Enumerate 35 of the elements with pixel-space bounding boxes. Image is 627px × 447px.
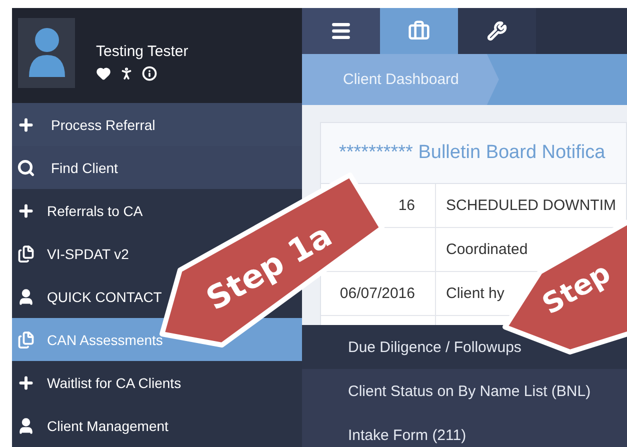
sidebar-item[interactable]: Process Referral (12, 103, 302, 146)
submenu-item[interactable]: Intake Form (211) (302, 413, 627, 447)
plus-icon (17, 116, 35, 134)
plus-icon (17, 374, 35, 392)
person-icon (26, 27, 66, 79)
nav-tab[interactable] (302, 8, 380, 54)
sidebar-item[interactable]: VI-SPDAT v2 (12, 232, 135, 276)
sidebar-item[interactable]: Client Management (12, 404, 174, 447)
user-icon (17, 416, 35, 435)
plus-icon (17, 202, 35, 220)
callout-label: Step (536, 256, 616, 321)
user-icon (17, 288, 35, 306)
nav-tab[interactable] (458, 8, 536, 54)
sidebar-item[interactable]: Referrals to CA (12, 189, 149, 232)
person-icon[interactable] (119, 66, 134, 81)
sidebar-item[interactable]: Waitlist for CA Clients (12, 361, 188, 404)
submenu-item[interactable]: Client Status on By Name List (BNL) (302, 369, 627, 413)
date-text: 06/07/2016 (340, 285, 415, 302)
user-name: Testing Tester (96, 43, 188, 60)
document-icon (17, 244, 35, 263)
search-icon (17, 158, 35, 177)
callout-label: Step 1a (200, 216, 338, 318)
sidebar-item[interactable]: Find Client (12, 146, 302, 190)
sidebar-item[interactable]: QUICK CONTACT (12, 275, 168, 318)
date-text: 16 (398, 197, 415, 214)
bulletin-text: SCHEDULED DOWNTIM (446, 197, 616, 214)
bulletin-text: Client hy (446, 285, 504, 302)
panel-title: ********** Bulletin Board Notifica (321, 123, 626, 184)
heart-icon[interactable] (96, 66, 111, 81)
document-icon (17, 330, 35, 349)
bulletin-text: Coordinated (446, 241, 528, 258)
menu-icon (330, 20, 352, 42)
wrench-icon (487, 21, 507, 41)
briefcase-icon (408, 20, 430, 42)
info-icon[interactable] (142, 66, 157, 81)
